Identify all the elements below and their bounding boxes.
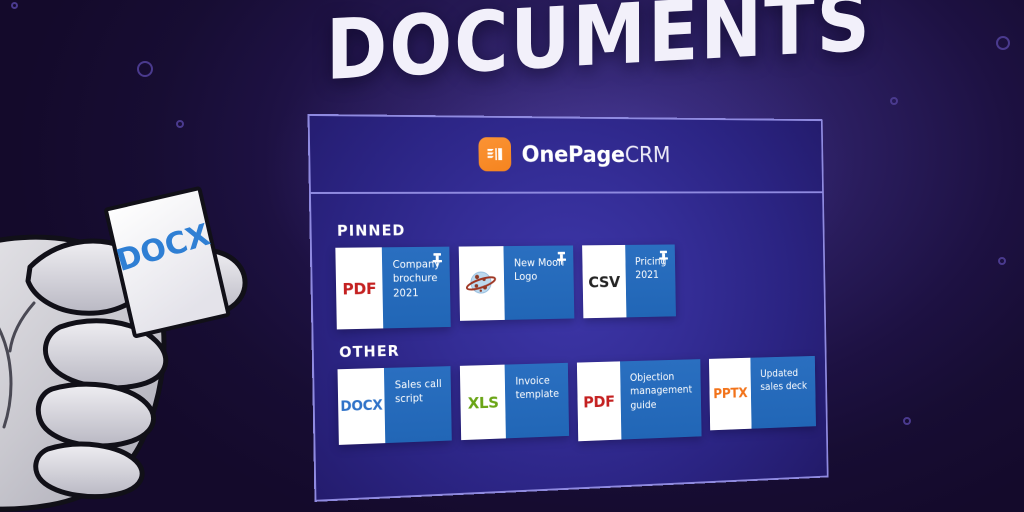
- document-meta[interactable]: Updated sales deck: [750, 355, 817, 429]
- document-card[interactable]: New Moon Logo: [458, 245, 575, 321]
- hand-illustration: DOCX: [0, 175, 340, 512]
- pptx-file-icon[interactable]: PPTX: [709, 357, 752, 431]
- brand-logo: OnePageCRM: [308, 136, 824, 172]
- section-label-pinned: PINNED: [336, 221, 406, 240]
- brand-name: OnePageCRM: [521, 142, 670, 168]
- file-extension-label: PDF: [342, 278, 377, 298]
- decorative-circle: [11, 2, 18, 9]
- document-meta[interactable]: Sales call script: [383, 366, 453, 444]
- docx-file-icon[interactable]: DOCX: [337, 367, 386, 445]
- page-title: DOCUMENTS: [325, 0, 872, 100]
- decorative-circle: [996, 36, 1010, 50]
- decorative-circle: [137, 61, 153, 77]
- hand-finger-ring: [35, 381, 157, 449]
- document-name: Objection management guide: [629, 371, 693, 412]
- document-meta[interactable]: New Moon Logo: [503, 245, 575, 320]
- document-name: Updated sales deck: [760, 367, 808, 394]
- csv-file-icon[interactable]: CSV: [581, 244, 627, 319]
- file-extension-label: CSV: [588, 272, 620, 291]
- planet-thumbnail-icon[interactable]: [458, 246, 505, 321]
- poster-canvas: DOCUMENTS OnePageCRM PINNED PDF Company …: [0, 0, 1024, 512]
- file-extension-label: PDF: [583, 391, 615, 411]
- pin-icon[interactable]: [431, 253, 443, 267]
- document-card[interactable]: XLS Invoice template: [460, 362, 569, 441]
- document-meta[interactable]: Invoice template: [504, 362, 569, 439]
- document-card[interactable]: DOCX Sales call script: [337, 366, 453, 445]
- document-meta[interactable]: Pricing 2021: [624, 244, 677, 318]
- document-name: Sales call script: [394, 378, 442, 406]
- brand-name-light: CRM: [624, 142, 671, 168]
- document-meta[interactable]: Company brochure 2021: [381, 246, 451, 329]
- onepagecrm-book-icon: [478, 137, 512, 172]
- documents-panel: OnePageCRM PINNED PDF Company brochure 20…: [307, 113, 829, 502]
- document-meta[interactable]: Objection management guide: [619, 359, 702, 440]
- pdf-file-icon[interactable]: PDF: [576, 361, 622, 442]
- hand-finger-pinky: [33, 441, 145, 500]
- xls-file-icon[interactable]: XLS: [460, 364, 507, 441]
- document-card[interactable]: PDF Objection management guide: [576, 359, 702, 442]
- pdf-file-icon[interactable]: PDF: [335, 247, 384, 330]
- document-card[interactable]: CSV Pricing 2021: [581, 244, 677, 319]
- decorative-circle: [903, 417, 911, 425]
- pin-icon[interactable]: [556, 251, 567, 265]
- decorative-circle: [176, 120, 184, 128]
- file-extension-label: PPTX: [713, 385, 748, 403]
- file-extension-label: DOCX: [340, 397, 383, 415]
- document-name: Invoice template: [515, 374, 560, 402]
- document-card[interactable]: PPTX Updated sales deck: [709, 355, 817, 431]
- section-label-other: OTHER: [339, 341, 400, 362]
- document-row-pinned: PDF Company brochure 2021 New Moon Logo CSV…: [335, 244, 677, 330]
- decorative-circle: [998, 257, 1006, 265]
- document-row-other: DOCX Sales call script XLS Invoice template…: [337, 355, 817, 451]
- file-extension-label: XLS: [467, 392, 499, 413]
- pin-icon[interactable]: [658, 250, 669, 264]
- document-card[interactable]: PDF Company brochure 2021: [335, 246, 451, 330]
- brand-name-bold: OnePage: [521, 141, 626, 168]
- decorative-circle: [890, 97, 898, 105]
- documents-panel-wrapper: OnePageCRM PINNED PDF Company brochure 20…: [305, 104, 885, 509]
